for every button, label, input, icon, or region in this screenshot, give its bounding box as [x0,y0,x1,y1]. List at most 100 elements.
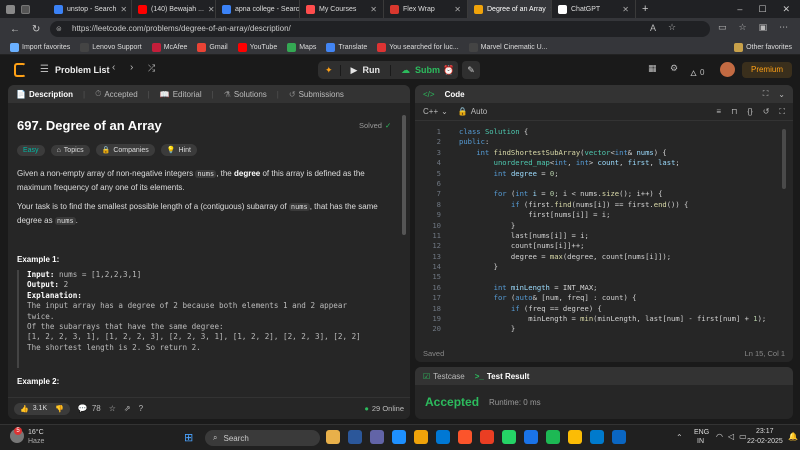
bookmark-item[interactable]: Maps [287,42,316,52]
braces-icon[interactable]: {} [747,107,752,116]
hint-chip[interactable]: 💡 Hint [160,144,197,156]
store-icon[interactable] [436,430,450,444]
code-editor[interactable]: 1 class Solution {2 public: 3 int findShort… [415,127,785,335]
split-icon[interactable]: ▭ [718,22,727,33]
browser-tab[interactable]: My Courses ✕ [300,0,384,18]
description-tab[interactable]: ⏱ Accepted [95,89,138,99]
tray-chevron-icon[interactable]: ⌃ [676,433,683,442]
description-tab[interactable]: ⚗ Solutions [224,90,267,99]
testcase-tab[interactable]: ☑ Testcase [423,372,465,381]
description-tab[interactable]: ↺ Submissions [289,90,344,99]
bookmark-item[interactable]: Marvel Cinematic U... [468,42,548,52]
linkedin-icon[interactable] [524,430,538,444]
close-icon[interactable]: ✕ [782,4,790,15]
linkedin-app-icon[interactable] [612,430,626,444]
tab-close-icon[interactable]: ✕ [622,5,629,14]
new-tab-button[interactable]: + [642,3,648,15]
timer-icon[interactable]: ⏰ [440,61,458,79]
back-icon[interactable]: ← [10,24,20,35]
maximize-panel-icon[interactable]: ⛶ [763,89,769,99]
tab-actions-icon[interactable] [21,4,30,14]
teams-icon[interactable] [370,430,384,444]
site-info-icon[interactable]: ⊜ [56,25,62,33]
profile-icon[interactable] [6,4,15,14]
description-tab[interactable]: 📖 Editorial [160,90,202,99]
auto-mode-toggle[interactable]: 🔒 Auto [458,107,487,116]
browser-tab[interactable]: unstop - Search ✕ [48,0,132,18]
bookmark-item[interactable]: Gmail [197,42,228,52]
maximize-icon[interactable]: ☐ [758,4,766,15]
description-scrollbar[interactable] [402,115,406,235]
explorer-icon[interactable] [326,430,340,444]
notes-icon[interactable]: ✎ [462,61,480,79]
office-icon[interactable] [480,430,494,444]
avatar[interactable] [720,62,735,77]
collections-icon[interactable]: ▣ [759,22,768,33]
windows-start-icon[interactable]: ⊞ [184,431,193,444]
problem-list-link[interactable]: Problem List [55,65,110,75]
tab-close-icon[interactable]: ✕ [454,5,461,14]
spotify-icon[interactable] [546,430,560,444]
help-icon[interactable]: ? [139,404,143,413]
tab-close-icon[interactable]: ✕ [208,5,215,14]
more-icon[interactable]: ⋯ [779,22,788,33]
minimize-icon[interactable]: – [737,4,742,14]
chrome-icon[interactable] [568,430,582,444]
star-icon[interactable]: ☆ [109,404,116,413]
test-result-tab[interactable]: >_ Test Result [475,372,530,381]
taskbar-search[interactable]: ⌕ Search [205,430,320,446]
browser-tab[interactable]: Degree of an Array✕ [468,0,552,18]
whatsapp-icon[interactable] [502,430,516,444]
layout-grid-icon[interactable]: ▦ [648,63,657,74]
bookmark-item[interactable]: Translate [326,42,367,52]
fullscreen-icon[interactable]: ⛶ [779,107,785,117]
settings-icon[interactable]: ⚙ [670,63,678,74]
bookmark-item[interactable]: Import favorites [10,42,70,52]
like-button[interactable]: 👍 3.1K 👎 [14,402,70,415]
reset-icon[interactable]: ↺ [763,107,770,116]
thumbs-down-icon[interactable]: 👎 [55,405,64,413]
browser-tab[interactable]: ChatGPT ✕ [552,0,636,18]
prev-problem-icon[interactable]: ‹ [112,62,115,73]
read-aloud-icon[interactable]: A [650,23,656,33]
bookmark-item[interactable]: McAfee [151,42,187,52]
list-icon[interactable]: ☰ [40,64,49,75]
clock-time[interactable]: 23:17 [756,428,774,435]
format-icon[interactable]: ≡ [716,107,721,116]
collapse-icon[interactable]: ⌄ [778,90,785,99]
next-problem-icon[interactable]: › [130,62,133,73]
system-tray[interactable]: ◠ ◁ ▭ [716,432,747,441]
shuffle-icon[interactable]: ⤮ [148,63,155,74]
vscode-icon[interactable] [590,430,604,444]
premium-button[interactable]: Premium [742,62,792,78]
file-explorer-icon[interactable] [414,430,428,444]
notifications-icon[interactable]: 🔔 [788,432,798,441]
bookmark-item[interactable]: Lenovo Support [80,42,142,52]
topics-chip[interactable]: ⌂ Topics [50,144,90,156]
favorite-star-icon[interactable]: ☆ [668,22,676,33]
share-icon[interactable]: ⇗ [124,404,131,413]
difficulty-badge[interactable]: Easy [17,144,45,156]
browser-tab[interactable]: (140) Bewajah ... ✕ [132,0,216,18]
browser-tab[interactable]: apna college - Searc✕ [216,0,300,18]
streak-counter[interactable]: 🜂 0 [690,64,704,81]
bookmark-item[interactable]: YouTube [237,42,277,52]
reload-icon[interactable]: ↻ [32,24,40,35]
bookmark-item[interactable]: You searched for luc... [377,42,459,52]
debug-icon[interactable]: ✦ [318,65,340,76]
tab-close-icon[interactable]: ✕ [120,5,127,14]
language-code[interactable]: ENG [694,429,709,436]
bookmark-icon[interactable]: ⊓ [731,107,737,116]
editor-scrollbar[interactable] [782,129,786,189]
description-tab[interactable]: 📄 Description [16,90,73,99]
tab-close-icon[interactable]: ✕ [370,5,377,14]
leetcode-logo-icon[interactable] [14,63,26,77]
language-select[interactable]: C++ ⌄ [423,107,448,116]
favorites-icon[interactable]: ☆ [739,22,747,33]
brave-icon[interactable] [458,430,472,444]
run-button[interactable]: ▶ Run [339,64,390,76]
browser-tab[interactable]: Flex Wrap ✕ [384,0,468,18]
comments-button[interactable]: 💬 78 [78,404,101,413]
companies-chip[interactable]: 🔒 Companies [95,144,155,156]
url-input[interactable]: https://leetcode.com/problems/degree-of-… [50,21,710,37]
